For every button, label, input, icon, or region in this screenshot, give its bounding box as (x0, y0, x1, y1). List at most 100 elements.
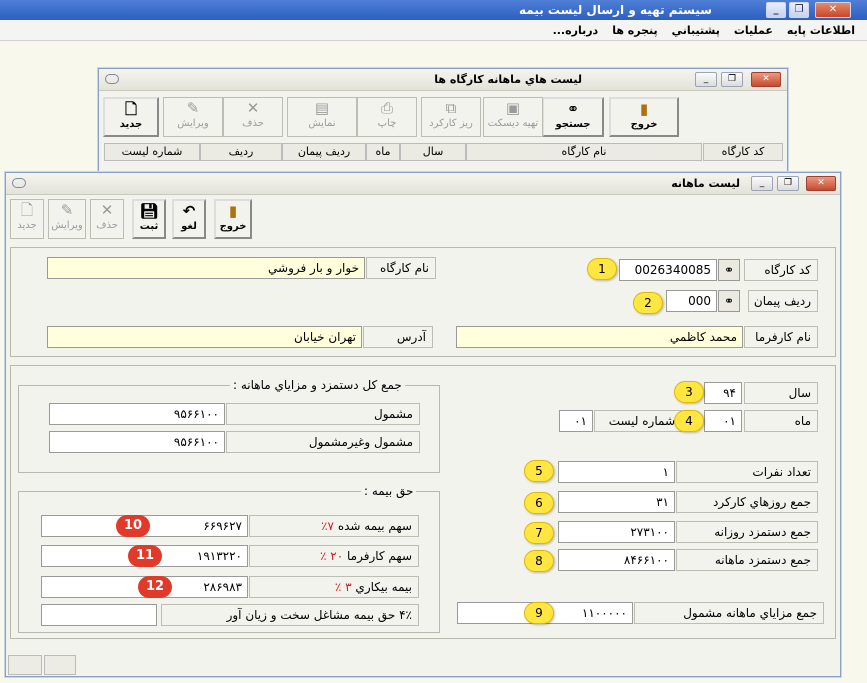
all-label: مشمول وغيرمشمول (226, 431, 420, 453)
contract-row-field[interactable]: 000 (666, 290, 717, 312)
restore-icon[interactable]: ❐ (721, 72, 743, 87)
annotation-badge: 7 (524, 522, 554, 544)
restore-icon[interactable]: ❐ (789, 2, 809, 18)
list-number-field[interactable]: ۰۱ (559, 410, 593, 432)
edit-icon: ✎ (60, 201, 74, 219)
all-field[interactable]: ۹۵۶۶۱۰۰ (49, 431, 225, 453)
back-search-button[interactable]: ⚭ جستجو (542, 97, 604, 137)
diskette-label: تهيه ديسكت (487, 118, 539, 129)
undo-icon: ↶ (182, 202, 196, 220)
month-field[interactable]: ۰۱ (704, 410, 742, 432)
insured-share-pct: ۷٪ (321, 519, 334, 533)
edit-button[interactable]: ✎ ويرايش (48, 199, 86, 239)
cancel-button[interactable]: ↶ لغو (172, 199, 206, 239)
minimize-icon[interactable]: _ (766, 2, 786, 18)
exit-button[interactable]: ▮ خروج (214, 199, 252, 239)
contract-row-label: رديف پيمان (748, 290, 818, 312)
back-delete-label: حذف (242, 118, 264, 129)
monthly-lists-window: ليست هاي ماهانه كارگاه ها _ ❐ ✕ ▮ خروج ⚭ ج… (98, 68, 788, 178)
print-button[interactable]: ⎙ چاپ (357, 97, 417, 137)
column-header[interactable]: ماه (366, 143, 400, 161)
insured-share-text: سهم بيمه شده (337, 519, 412, 533)
restore-icon[interactable]: ❐ (777, 176, 799, 191)
workshop-code-field[interactable]: 0026340085 (619, 259, 717, 281)
detail-label: ريز كاركرد (429, 118, 473, 129)
monthly-list-title: ليست ماهانه (671, 177, 740, 190)
work-days-label: جمع روزهاي كاركرد (676, 491, 818, 513)
monthly-list-title-bar: ليست ماهانه _ ❐ ✕ (6, 173, 840, 195)
binoculars-icon[interactable]: ⚭ (718, 290, 740, 312)
employer-name-label: نام كارفرما (744, 326, 818, 348)
delete-x-icon: ✕ (100, 201, 114, 219)
annotation-badge: 9 (524, 602, 554, 624)
new-label: جديد (17, 220, 37, 231)
column-header[interactable]: نام كارگاه (466, 143, 702, 161)
show-icon: ▤ (314, 99, 330, 117)
minimize-icon[interactable]: _ (751, 176, 773, 191)
monthly-benefits-label: جمع مزاياي ماهانه مشمول (634, 602, 824, 624)
diskette-button[interactable]: ▣ تهيه ديسكت (483, 97, 543, 137)
binoculars-icon[interactable]: ⚭ (718, 259, 740, 281)
back-edit-label: ويرايش (177, 118, 209, 129)
menu-base-info[interactable]: اطلاعات پايه (787, 24, 855, 37)
column-header[interactable]: سال (400, 143, 466, 161)
work-days-field[interactable]: ۳۱ (558, 491, 675, 513)
hard-jobs-field[interactable] (41, 604, 157, 626)
save-button[interactable]: 💾︎ ثبت (132, 199, 166, 239)
save-label: ثبت (139, 221, 159, 232)
new-button[interactable]: 🗋 جديد (10, 199, 44, 239)
insurable-label: مشمول (226, 403, 420, 425)
workshop-name-label: نام كارگاه (366, 257, 436, 279)
unemployment-pct: ۳ ٪ (334, 580, 352, 594)
insured-share-label: سهم بيمه شده ۷٪ (249, 515, 419, 537)
back-delete-button[interactable]: ✕ حذف (223, 97, 283, 137)
menu-operations[interactable]: عمليات (734, 24, 773, 37)
insurance-title: حق بيمه : (361, 484, 417, 498)
app-title: سيستم تهيه و ارسال ليست بيمه (519, 3, 712, 17)
totals-title: جمع كل دستمزد و مزاياي ماهانه : (230, 378, 405, 392)
app-icon (105, 74, 119, 84)
insurable-field[interactable]: ۹۵۶۶۱۰۰ (49, 403, 225, 425)
monthly-wage-label: جمع دستمزد ماهانه (676, 549, 818, 571)
annotation-badge: 2 (633, 292, 663, 314)
column-header[interactable]: رديف (200, 143, 282, 161)
close-icon[interactable]: ✕ (751, 72, 781, 87)
detail-button[interactable]: ⧉ ريز كاركرد (421, 97, 481, 137)
column-header[interactable]: شماره ليست (104, 143, 200, 161)
delete-button[interactable]: ✕ حذف (90, 199, 124, 239)
back-exit-button[interactable]: ▮ خروج (609, 97, 679, 137)
delete-label: حذف (96, 220, 118, 231)
daily-wage-field[interactable]: ۲۷۳۱۰۰ (558, 521, 675, 543)
persons-field[interactable]: ۱ (558, 461, 675, 483)
employer-share-label: سهم كارفرما ۲۰ ٪ (249, 545, 419, 567)
status-panel (44, 655, 76, 675)
employer-name-field[interactable]: محمد كاظمي (456, 326, 743, 348)
close-icon[interactable]: ✕ (806, 176, 836, 191)
unemployment-text: بيمه بيكاري (355, 580, 412, 594)
monthly-wage-field[interactable]: ۸۴۶۶۱۰۰ (558, 549, 675, 571)
annotation-badge: 11 (128, 545, 162, 567)
show-button[interactable]: ▤ نمايش (287, 97, 357, 137)
close-icon[interactable]: ✕ (815, 2, 851, 18)
minimize-icon[interactable]: _ (695, 72, 717, 87)
new-document-icon: 🗋 (124, 100, 138, 118)
workshop-name-field[interactable]: خوار و بار فروشي (47, 257, 365, 279)
column-header[interactable]: رديف پيمان (282, 143, 366, 161)
print-label: چاپ (377, 118, 397, 129)
app-title-bar: سيستم تهيه و ارسال ليست بيمه _ ❐ ✕ (0, 0, 867, 20)
back-new-button[interactable]: 🗋 جديد (103, 97, 159, 137)
back-edit-button[interactable]: ✎ ويرايش (163, 97, 223, 137)
edit-icon: ✎ (186, 99, 200, 117)
status-panel (8, 655, 42, 675)
unemployment-label: بيمه بيكاري ۳ ٪ (249, 576, 419, 598)
menu-windows[interactable]: پنجره ها (612, 24, 657, 37)
exit-label: خروج (219, 221, 247, 232)
menu-about[interactable]: درباره... (553, 24, 599, 37)
menu-support[interactable]: پشتيباني (672, 24, 720, 37)
column-header[interactable]: كد كارگاه (703, 143, 783, 161)
annotation-badge: 6 (524, 492, 554, 514)
edit-label: ويرايش (51, 220, 83, 231)
address-field[interactable]: تهران خيابان (47, 326, 362, 348)
hard-jobs-label: ۴٪ حق بيمه مشاغل سخت و زيان آور (161, 604, 419, 626)
year-field[interactable]: ۹۴ (704, 382, 742, 404)
